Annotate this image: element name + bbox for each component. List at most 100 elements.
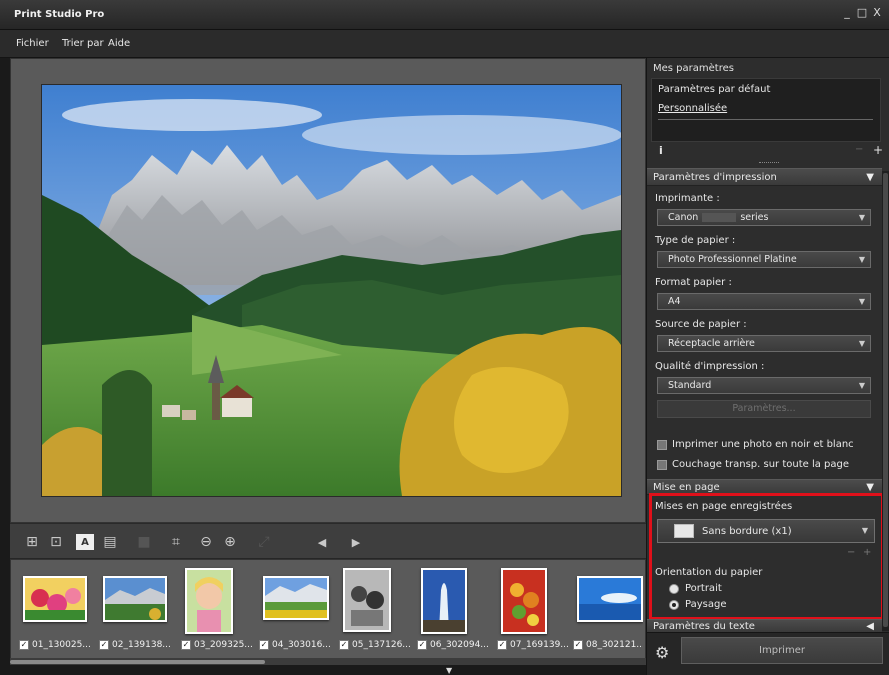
landscape-radio-row[interactable]: Paysage xyxy=(669,599,726,610)
printer-select[interactable]: Canon series ▼ xyxy=(657,209,871,226)
coating-checkbox-row[interactable]: Couchage transp. sur toute la page xyxy=(657,459,849,470)
thumbnail-checkbox[interactable]: ✓ xyxy=(19,640,29,650)
filmstrip-item[interactable]: ✓ 04_303016... xyxy=(259,568,331,656)
thumbnail-checkbox[interactable]: ✓ xyxy=(181,640,191,650)
filmstrip-item[interactable]: ✓ 02_139138... xyxy=(99,568,171,656)
panel-scrollbar[interactable] xyxy=(882,171,889,631)
thumbnail[interactable] xyxy=(103,576,167,622)
crop-icon[interactable]: ⌗ xyxy=(166,532,186,552)
print-button[interactable]: Imprimer xyxy=(681,637,883,664)
zoom-out-icon[interactable]: ⊖ xyxy=(196,532,216,552)
remove-preset-button[interactable]: − xyxy=(855,144,863,155)
thumbnail-filename: 01_130025... xyxy=(32,640,91,650)
add-image-icon[interactable]: ▤ xyxy=(100,532,120,552)
layout-title: Mise en page xyxy=(653,482,720,493)
filmstrip-item[interactable]: ✓ 03_209325... xyxy=(181,568,253,656)
thumbnail[interactable] xyxy=(421,568,467,634)
thumbnail-checkbox[interactable]: ✓ xyxy=(573,640,583,650)
minimize-button[interactable]: _ xyxy=(841,7,853,19)
preset-default[interactable]: Paramètres par défaut xyxy=(658,84,770,95)
printer-label: Imprimante : xyxy=(655,193,720,204)
fit-page-icon[interactable]: ⊞ xyxy=(22,532,42,552)
filmstrip-item[interactable]: ✓ 06_302094... xyxy=(417,568,489,656)
prev-arrow-icon[interactable]: ◀ xyxy=(312,532,332,552)
expand-down-icon[interactable]: ▼ xyxy=(446,666,452,675)
quality-settings-button[interactable]: Paramètres... xyxy=(657,400,871,418)
thumbnail-checkbox[interactable]: ✓ xyxy=(417,640,427,650)
thumbnail-filename: 08_302121... xyxy=(586,640,643,650)
menu-bar: Fichier Trier par Aide xyxy=(0,30,889,58)
my-settings-title: Mes paramètres xyxy=(653,63,734,74)
thumbnail-checkbox[interactable]: ✓ xyxy=(99,640,109,650)
thumbnail[interactable] xyxy=(185,568,233,634)
filmstrip-scrollbar[interactable] xyxy=(10,658,646,665)
maximize-button[interactable]: □ xyxy=(856,7,868,19)
mountain-landscape-image xyxy=(42,85,621,496)
filmstrip-item[interactable]: ✓ 05_137126... xyxy=(339,568,411,656)
close-button[interactable]: X xyxy=(871,7,883,19)
filmstrip: ✓ 01_130025... ✓ 02_139138... ✓ 03_209325..… xyxy=(10,559,646,659)
printer-value-suffix: series xyxy=(740,212,769,223)
thumbnail-checkbox[interactable]: ✓ xyxy=(339,640,349,650)
menu-fichier[interactable]: Fichier xyxy=(16,38,49,49)
preset-custom[interactable]: Personnalisée xyxy=(658,103,727,114)
thumbnail[interactable] xyxy=(501,568,547,634)
window-controls: _ □ X xyxy=(841,7,883,19)
zoom-in-icon[interactable]: ⊕ xyxy=(220,532,240,552)
gear-icon[interactable]: ⚙ xyxy=(655,643,669,662)
preview-photo[interactable] xyxy=(42,85,621,496)
print-quality-label: Qualité d'impression : xyxy=(655,361,765,372)
add-preset-button[interactable]: + xyxy=(873,143,883,157)
paper-source-select[interactable]: Réceptacle arrière ▼ xyxy=(657,335,871,352)
add-layout-button[interactable]: + xyxy=(863,547,871,558)
menu-trier-par[interactable]: Trier par xyxy=(62,38,104,49)
collapse-icon[interactable]: ▼ xyxy=(866,482,874,493)
next-arrow-icon[interactable]: ▶ xyxy=(346,532,366,552)
thumbnail[interactable] xyxy=(343,568,391,632)
collapse-icon[interactable]: ▼ xyxy=(866,172,874,183)
thumbnail-filename: 03_209325... xyxy=(194,640,253,650)
chevron-down-icon: ▼ xyxy=(861,526,868,535)
expand-left-icon[interactable]: ◀ xyxy=(866,621,874,632)
my-settings-actions: i − + xyxy=(647,143,889,160)
thumbnail[interactable] xyxy=(23,576,87,622)
portrait-radio[interactable] xyxy=(669,583,679,594)
paper-size-select[interactable]: A4 ▼ xyxy=(657,293,871,310)
bw-photo-checkbox-row[interactable]: Imprimer une photo en noir et blanc xyxy=(657,439,854,450)
resize-grip[interactable] xyxy=(759,162,779,165)
print-quality-select[interactable]: Standard ▼ xyxy=(657,377,871,394)
coating-label: Couchage transp. sur toute la page xyxy=(672,459,850,470)
preview-area xyxy=(10,58,646,523)
my-settings-list: Paramètres par défaut Personnalisée xyxy=(651,78,881,142)
portrait-label: Portrait xyxy=(685,583,722,594)
landscape-radio[interactable] xyxy=(669,599,679,610)
paper-type-select[interactable]: Photo Professionnel Platine ▼ xyxy=(657,251,871,268)
layout-preview-icon xyxy=(674,524,694,538)
filmstrip-item[interactable]: ✓ 08_302121... xyxy=(573,568,643,656)
thumbnail-checkbox[interactable]: ✓ xyxy=(497,640,507,650)
paper-source-value: Réceptacle arrière xyxy=(668,338,755,349)
menu-aide[interactable]: Aide xyxy=(108,38,130,49)
thumbnail[interactable] xyxy=(263,576,329,620)
coating-checkbox[interactable] xyxy=(657,459,667,470)
filmstrip-item[interactable]: ✓ 07_169139... xyxy=(497,568,569,656)
panel-scrollbar-thumb[interactable] xyxy=(883,173,888,627)
paper-source-label: Source de papier : xyxy=(655,319,747,330)
print-settings-header[interactable]: Paramètres d'impression ▼ xyxy=(647,168,882,186)
info-icon[interactable]: i xyxy=(659,144,663,157)
bw-photo-checkbox[interactable] xyxy=(657,439,667,450)
actual-size-icon[interactable]: ⊡ xyxy=(46,532,66,552)
chevron-down-icon: ▼ xyxy=(858,339,865,348)
bw-photo-label: Imprimer une photo en noir et blanc xyxy=(672,439,854,450)
filmstrip-item[interactable]: ✓ 01_130025... xyxy=(19,568,91,656)
saved-layouts-select[interactable]: Sans bordure (x1) ▼ xyxy=(657,519,875,543)
add-text-icon[interactable]: A xyxy=(76,534,94,550)
chevron-down-icon: ▼ xyxy=(858,255,865,264)
thumbnail-checkbox[interactable]: ✓ xyxy=(259,640,269,650)
portrait-radio-row[interactable]: Portrait xyxy=(669,583,722,594)
scrollbar-thumb[interactable] xyxy=(10,660,265,664)
thumbnail-filename: 04_303016... xyxy=(272,640,331,650)
thumbnail[interactable] xyxy=(577,576,643,622)
text-settings-header[interactable]: Paramètres du texte ◀ xyxy=(647,619,882,633)
remove-layout-button[interactable]: − xyxy=(847,547,855,558)
